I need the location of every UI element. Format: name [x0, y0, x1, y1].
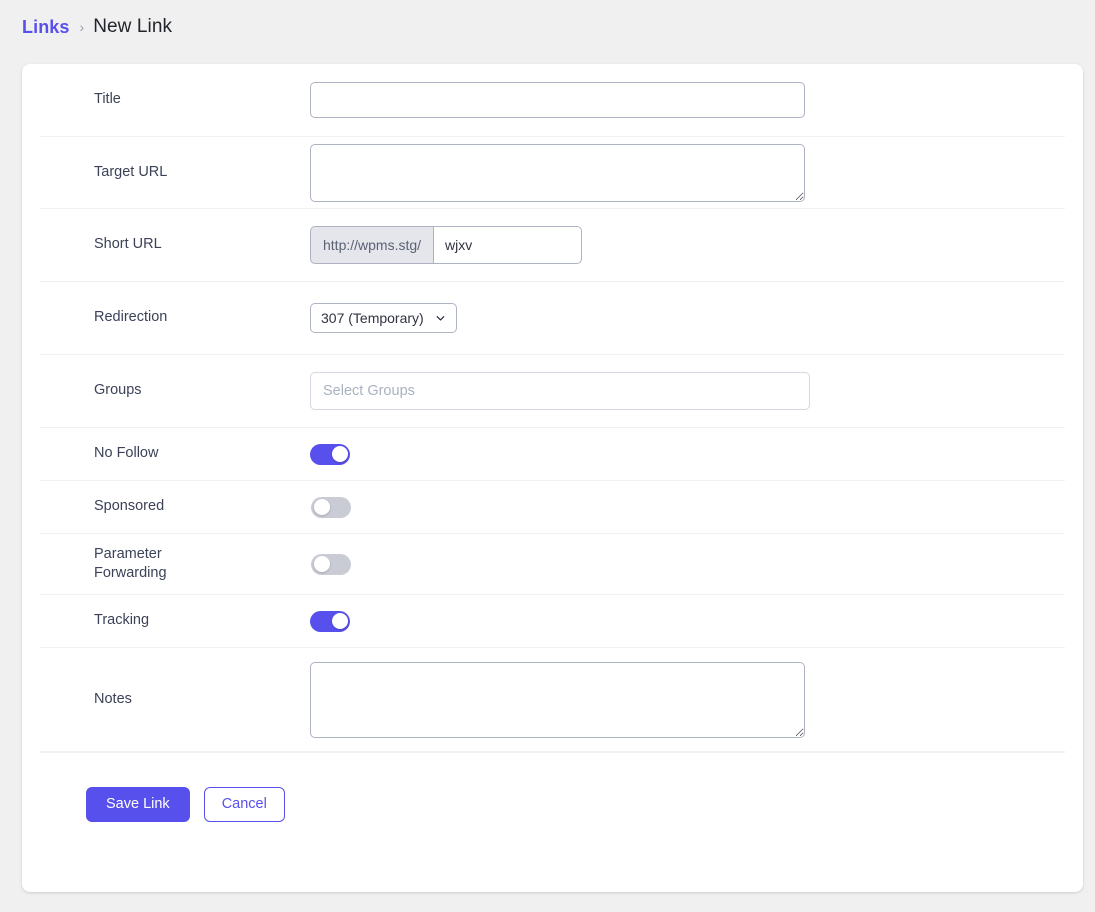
label-notes-text: Notes	[94, 690, 132, 709]
control-title	[310, 82, 1065, 118]
label-redirection: Redirection	[40, 308, 310, 327]
control-notes	[310, 662, 1065, 738]
label-parameter-forwarding: Parameter Forwarding	[40, 545, 310, 584]
form-row-parameter-forwarding: Parameter Forwarding	[40, 534, 1065, 595]
form-footer: Save Link Cancel	[40, 752, 1065, 856]
notes-textarea[interactable]	[310, 662, 805, 738]
label-short-url: Short URL	[40, 235, 310, 254]
breadcrumb: Links › New Link	[22, 13, 172, 41]
title-input[interactable]	[310, 82, 805, 118]
label-notes: Notes	[40, 690, 310, 709]
sponsored-toggle[interactable]	[311, 497, 351, 518]
save-link-button[interactable]: Save Link	[86, 787, 190, 822]
form-row-sponsored: Sponsored	[40, 481, 1065, 534]
breadcrumb-separator-icon: ›	[80, 20, 85, 34]
groups-placeholder: Select Groups	[323, 383, 415, 399]
control-redirection: 307 (Temporary)	[310, 303, 1065, 333]
control-tracking	[310, 611, 1065, 632]
redirection-select[interactable]: 307 (Temporary)	[310, 303, 457, 333]
label-groups: Groups	[40, 381, 310, 400]
label-title: Title	[40, 90, 310, 109]
label-redirection-text: Redirection	[94, 308, 167, 327]
toggle-knob	[314, 556, 330, 572]
label-target-url: Target URL	[40, 163, 310, 182]
control-sponsored	[310, 497, 1065, 518]
cancel-button[interactable]: Cancel	[204, 787, 285, 822]
short-url-prefix-addon: http://wpms.stg/	[310, 226, 433, 264]
groups-select-field[interactable]: Select Groups	[310, 372, 810, 410]
toggle-knob	[332, 613, 348, 629]
label-tracking: Tracking	[40, 611, 310, 630]
new-link-form-card: Title Target URL Short URL http://wpms.s…	[22, 64, 1083, 892]
control-parameter-forwarding	[310, 554, 1065, 575]
label-sponsored-text: Sponsored	[94, 497, 164, 516]
toggle-knob	[314, 499, 330, 515]
label-title-text: Title	[94, 90, 121, 109]
form-row-short-url: Short URL http://wpms.stg/	[40, 209, 1065, 282]
form-row-target-url: Target URL	[40, 137, 1065, 209]
label-parameter-forwarding-text: Parameter Forwarding	[94, 545, 214, 584]
control-target-url	[310, 144, 1065, 202]
label-no-follow: No Follow	[40, 444, 310, 463]
breadcrumb-link-links[interactable]: Links	[22, 17, 70, 38]
toggle-knob	[332, 446, 348, 462]
tracking-toggle[interactable]	[310, 611, 350, 632]
form-row-groups: Groups Select Groups	[40, 355, 1065, 428]
label-no-follow-text: No Follow	[94, 444, 158, 463]
form-row-tracking: Tracking	[40, 595, 1065, 648]
parameter-forwarding-toggle[interactable]	[311, 554, 351, 575]
label-sponsored: Sponsored	[40, 497, 310, 516]
form-body: Title Target URL Short URL http://wpms.s…	[22, 64, 1083, 752]
label-short-url-text: Short URL	[94, 235, 162, 254]
form-row-redirection: Redirection 307 (Temporary)	[40, 282, 1065, 355]
short-url-slug-input[interactable]	[433, 226, 582, 264]
label-target-url-text: Target URL	[94, 163, 167, 182]
label-groups-text: Groups	[94, 381, 142, 400]
form-row-notes: Notes	[40, 648, 1065, 752]
control-no-follow	[310, 444, 1065, 465]
short-url-input-group: http://wpms.stg/	[310, 226, 582, 264]
control-groups: Select Groups	[310, 372, 1065, 410]
target-url-textarea[interactable]	[310, 144, 805, 202]
label-tracking-text: Tracking	[94, 611, 149, 630]
no-follow-toggle[interactable]	[310, 444, 350, 465]
form-row-title: Title	[40, 64, 1065, 137]
control-short-url: http://wpms.stg/	[310, 226, 1065, 264]
page-title: New Link	[93, 16, 172, 38]
redirection-select-wrapper: 307 (Temporary)	[310, 303, 457, 333]
form-row-no-follow: No Follow	[40, 428, 1065, 481]
